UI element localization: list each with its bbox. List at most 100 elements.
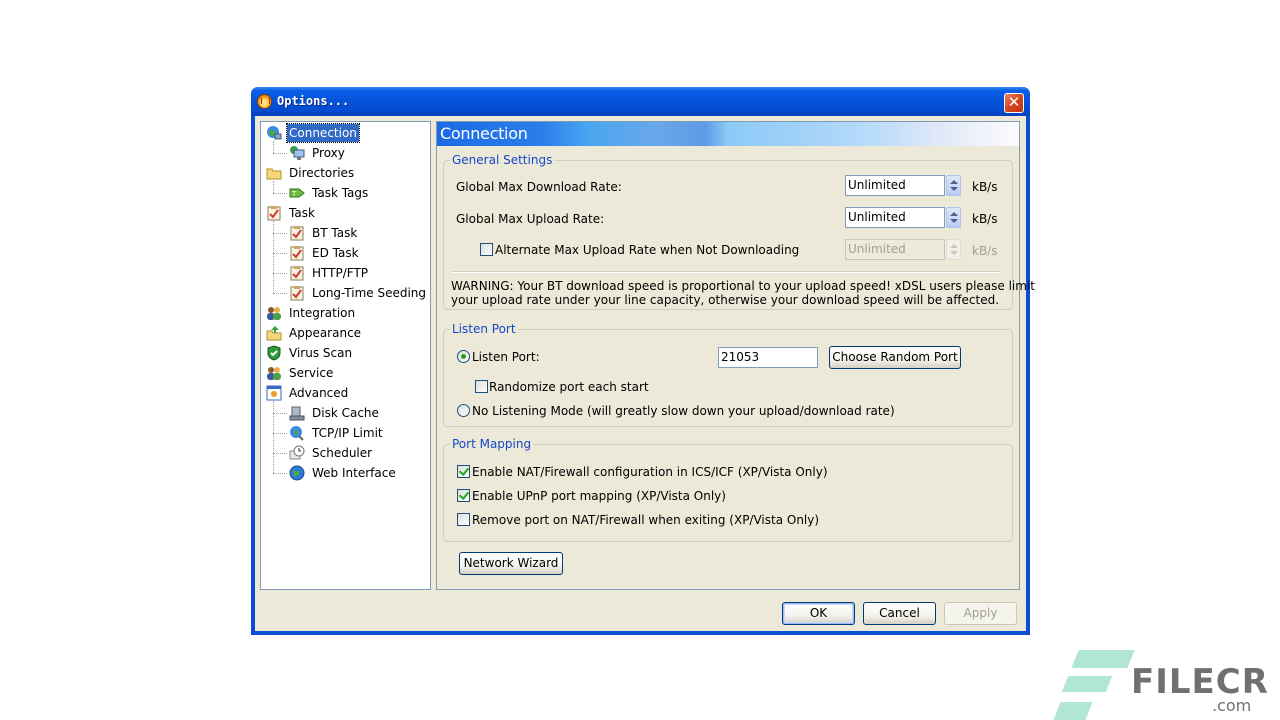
remove-port-label: Remove port on NAT/Firewall when exiting… xyxy=(472,513,820,527)
clipboard-check-icon xyxy=(289,265,305,281)
download-rate-spinner[interactable] xyxy=(946,175,961,196)
no-listening-label: No Listening Mode (will greatly slow dow… xyxy=(472,404,895,418)
globe-network-icon xyxy=(266,125,282,141)
download-rate-label: Global Max Download Rate: xyxy=(456,180,622,194)
spin-up-icon xyxy=(950,180,958,184)
tree-item-label: Integration xyxy=(289,306,356,320)
advanced-window-icon xyxy=(266,385,282,401)
folder-arrow-icon xyxy=(266,325,282,341)
listen-port-input[interactable]: 21053 xyxy=(718,347,818,368)
close-button[interactable]: ✕ xyxy=(1004,93,1024,113)
watermark-logo-bar xyxy=(1071,650,1135,668)
tree-connector xyxy=(273,193,287,194)
spin-up-icon xyxy=(950,244,958,248)
port-mapping-group: Port Mapping Enable NAT/Firewall configu… xyxy=(443,437,1013,542)
tree-item-label: HTTP/FTP xyxy=(312,266,369,280)
tree-connector xyxy=(273,453,287,454)
apply-button: Apply xyxy=(944,602,1017,625)
clock-icon xyxy=(289,445,305,461)
globe-icon xyxy=(289,465,305,481)
watermark-suffix: .com xyxy=(1212,696,1252,715)
tree-item-label: Task xyxy=(289,206,315,220)
globe-plug-icon xyxy=(289,425,305,441)
upload-rate-input[interactable]: Unlimited xyxy=(845,207,945,228)
upload-unit-label: kB/s xyxy=(972,212,998,226)
spin-down-icon xyxy=(950,219,958,223)
upload-rate-label: Global Max Upload Rate: xyxy=(456,212,605,226)
choose-random-port-button[interactable]: Choose Random Port xyxy=(829,346,961,369)
tree-item-label: Virus Scan xyxy=(289,346,353,360)
listen-port-radio[interactable] xyxy=(457,350,470,363)
panel-banner: Connection xyxy=(437,122,1019,146)
tree-item-label: Proxy xyxy=(312,146,345,160)
general-settings-group: General Settings Global Max Download Rat… xyxy=(443,153,1035,310)
tree-item-label: Service xyxy=(289,366,334,380)
upload-rate-spinner[interactable] xyxy=(946,207,961,228)
warning-line-1: WARNING: Your BT download speed is propo… xyxy=(451,279,1035,293)
folder-icon xyxy=(266,165,282,181)
tree-item-label: Advanced xyxy=(289,386,349,400)
listen-port-label: Listen Port: xyxy=(472,350,540,364)
watermark-logo-bar xyxy=(1053,702,1093,720)
alternate-upload-input: Unlimited xyxy=(845,239,945,260)
listen-port-title: Listen Port xyxy=(450,322,518,336)
tree-item-label: Web Interface xyxy=(312,466,396,480)
enable-nat-label: Enable NAT/Firewall configuration in ICS… xyxy=(472,465,828,479)
close-icon: ✕ xyxy=(1007,93,1021,111)
tree-connector xyxy=(273,181,274,193)
svg-text:T: T xyxy=(291,190,297,198)
spin-up-icon xyxy=(950,212,958,216)
users-icon xyxy=(266,305,282,321)
clipboard-check-icon xyxy=(266,205,282,221)
general-settings-title: General Settings xyxy=(450,153,555,167)
tree-item-label: Connection xyxy=(286,123,360,143)
tree-item-label: Appearance xyxy=(289,326,362,340)
enable-nat-checkbox[interactable] xyxy=(457,465,470,478)
spin-down-icon xyxy=(950,251,958,255)
title-bar[interactable]: Options... ✕ xyxy=(251,87,1030,116)
options-tree[interactable]: Connection Proxy Directories T Task Tags Task… xyxy=(260,121,431,590)
enable-upnp-checkbox[interactable] xyxy=(457,489,470,502)
randomize-port-checkbox[interactable] xyxy=(475,380,488,393)
port-mapping-title: Port Mapping xyxy=(450,437,534,451)
clipboard-check-icon xyxy=(289,225,305,241)
clipboard-check-icon xyxy=(289,285,305,301)
network-wizard-button[interactable]: Network Wizard xyxy=(459,552,563,575)
tag-icon: T xyxy=(289,185,305,201)
options-dialog: Options... ✕ Connection Proxy Directories T… xyxy=(251,87,1035,635)
tree-item-label: BT Task xyxy=(312,226,358,240)
tree-connector xyxy=(273,413,287,414)
alternate-upload-checkbox[interactable] xyxy=(480,243,493,256)
download-unit-label: kB/s xyxy=(972,180,998,194)
clipboard-check-icon xyxy=(289,245,305,261)
tree-connector xyxy=(273,293,287,294)
tree-connector xyxy=(273,473,287,474)
warning-line-2: your upload rate under your line capacit… xyxy=(451,293,1000,307)
panel-title: Connection xyxy=(440,124,528,143)
disk-drive-icon xyxy=(289,405,305,421)
filecr-watermark: FILECR .com xyxy=(1053,650,1280,720)
ok-button[interactable]: OK xyxy=(782,602,855,625)
tree-item-label: Disk Cache xyxy=(312,406,379,420)
tree-item-label: ED Task xyxy=(312,246,359,260)
alternate-upload-label: Alternate Max Upload Rate when Not Downl… xyxy=(495,243,800,257)
computer-network-icon xyxy=(289,145,305,161)
tree-connector xyxy=(273,273,287,274)
connection-panel: Connection General Settings Global Max D… xyxy=(436,121,1035,590)
tree-connector xyxy=(273,221,274,293)
alternate-unit-label: kB/s xyxy=(972,244,998,258)
tree-item-label: Task Tags xyxy=(312,186,369,200)
download-rate-input[interactable]: Unlimited xyxy=(845,175,945,196)
remove-port-checkbox[interactable] xyxy=(457,513,470,526)
cancel-button[interactable]: Cancel xyxy=(863,602,936,625)
spin-down-icon xyxy=(950,187,958,191)
randomize-port-label: Randomize port each start xyxy=(489,380,649,394)
dialog-title: Options... xyxy=(277,94,350,108)
tree-connector xyxy=(273,401,274,473)
tree-item-label: TCP/IP Limit xyxy=(312,426,383,440)
app-logo-icon xyxy=(257,94,272,109)
listen-port-group: Listen Port Listen Port: 21053 Choose Ra… xyxy=(443,322,1013,427)
no-listening-radio[interactable] xyxy=(457,404,470,417)
dialog-client: Connection Proxy Directories T Task Tags Task… xyxy=(255,116,1035,631)
tree-connector xyxy=(273,433,287,434)
